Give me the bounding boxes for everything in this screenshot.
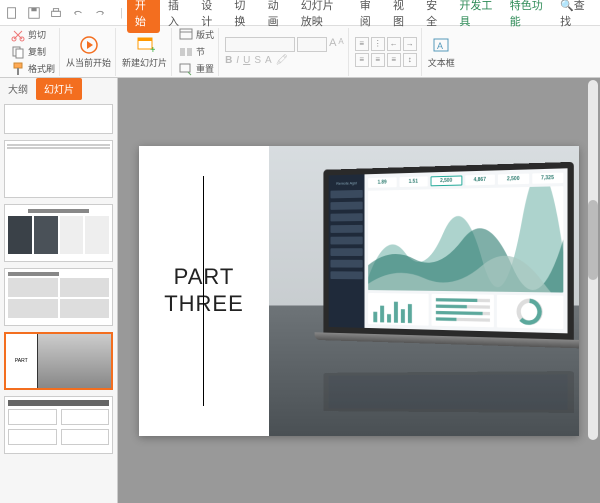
format-painter-button[interactable]: 格式刷 <box>10 61 55 77</box>
font-increase-icon[interactable]: A <box>329 37 336 52</box>
copy-button[interactable]: 复制 <box>10 44 55 60</box>
slide-thumbnail[interactable] <box>4 104 113 134</box>
thumbnail-list[interactable]: PART <box>0 100 117 503</box>
slide-canvas[interactable]: PART THREE Remote Agst <box>118 78 600 503</box>
stat-value: 1.89 <box>378 179 387 185</box>
align-center-button[interactable]: ≡ <box>371 53 385 67</box>
slide-thumbnail[interactable] <box>4 268 113 326</box>
outline-tab[interactable]: 大纲 <box>0 78 36 100</box>
slide-thumbnail[interactable] <box>4 140 113 198</box>
ribbon: 剪切 复制 格式刷 从当前开始 + 新建幻灯片 版式 节 重置 A A <box>0 26 600 78</box>
font-decrease-icon[interactable]: A <box>338 37 343 52</box>
svg-text:+: + <box>150 45 155 55</box>
section-label: 节 <box>196 45 205 58</box>
start-from-current-button[interactable]: 从当前开始 <box>66 35 111 69</box>
sidepanel-tabs: 大纲 幻灯片 <box>0 78 117 100</box>
font-name-input[interactable] <box>225 37 295 52</box>
slide-image-area[interactable]: Remote Agst 1.89 1.51 2,500 4,867 2,500 <box>269 146 579 436</box>
save-icon[interactable] <box>26 5 42 21</box>
stat-value: 1.51 <box>409 178 418 184</box>
font-color-button[interactable]: A <box>265 55 272 66</box>
highlight-button[interactable]: 🖍 <box>276 55 289 66</box>
print-icon[interactable] <box>48 5 64 21</box>
cut-button[interactable]: 剪切 <box>10 27 55 43</box>
dashboard-brand: Remote Agst <box>330 180 362 187</box>
align-right-button[interactable]: ≡ <box>387 53 401 67</box>
slide-thumbnail[interactable] <box>4 204 113 262</box>
title-line-1: PART <box>164 264 244 290</box>
font-size-input[interactable] <box>297 37 327 52</box>
font-group: A A B I U S A 🖍 <box>221 28 349 76</box>
italic-button[interactable]: I <box>236 55 239 66</box>
stat-value: 2,500 <box>440 177 452 183</box>
slide-panel: 大纲 幻灯片 PART <box>0 78 118 503</box>
numbering-button[interactable]: ⋮ <box>371 37 385 51</box>
paragraph-group: ≡ ⋮ ← → ≡ ≡ ≡ ↕ <box>351 28 422 76</box>
title-line-2: THREE <box>164 291 244 317</box>
new-slide-label: 新建幻灯片 <box>122 56 167 69</box>
layout-button[interactable]: 版式 <box>178 27 214 43</box>
stat-value: 4,867 <box>474 176 486 182</box>
new-slide-button[interactable]: + 新建幻灯片 <box>122 35 167 69</box>
dashboard-stats: 1.89 1.51 2,500 4,867 2,500 7,325 <box>368 172 563 187</box>
reset-button[interactable]: 重置 <box>178 61 214 77</box>
slides-tab[interactable]: 幻灯片 <box>36 78 82 100</box>
indent-dec-button[interactable]: ← <box>387 37 401 51</box>
scrollbar-thumb[interactable] <box>588 200 598 280</box>
slide-thumbnail[interactable] <box>4 396 113 454</box>
strike-button[interactable]: S <box>254 55 261 66</box>
textbox-button[interactable]: A 文本框 <box>428 35 455 69</box>
slide-thumbnail-selected[interactable]: PART <box>4 332 113 390</box>
file-icon[interactable] <box>4 5 20 21</box>
textbox-label: 文本框 <box>428 56 455 69</box>
bullets-button[interactable]: ≡ <box>355 37 369 51</box>
layout-label: 版式 <box>196 28 214 41</box>
bold-button[interactable]: B <box>225 55 232 66</box>
dashboard-cards <box>368 292 563 328</box>
textbox-group: A 文本框 <box>424 28 459 76</box>
stat-value: 7,325 <box>541 174 554 181</box>
laptop-reflection <box>323 371 573 413</box>
dashboard-chart <box>368 186 563 292</box>
redo-icon[interactable] <box>92 5 108 21</box>
cut-label: 剪切 <box>28 28 46 41</box>
search-icon: 🔍 <box>560 0 574 12</box>
layout-group: 版式 节 重置 <box>174 28 219 76</box>
vertical-scrollbar[interactable] <box>588 80 598 440</box>
undo-icon[interactable] <box>70 5 86 21</box>
indent-inc-button[interactable]: → <box>403 37 417 51</box>
divider: | <box>120 7 123 19</box>
underline-button[interactable]: U <box>243 55 250 66</box>
clipboard-group: 剪切 复制 格式刷 <box>6 28 60 76</box>
slides-group: + 新建幻灯片 <box>118 28 172 76</box>
copy-label: 复制 <box>28 45 46 58</box>
laptop: Remote Agst 1.89 1.51 2,500 4,867 2,500 <box>323 161 573 347</box>
slide-title-area: PART THREE <box>139 146 269 436</box>
dashboard-sidebar: Remote Agst <box>329 174 365 328</box>
section-button[interactable]: 节 <box>178 44 214 60</box>
slideshow-group: 从当前开始 <box>62 28 116 76</box>
dashboard-main: 1.89 1.51 2,500 4,867 2,500 7,325 <box>365 168 568 333</box>
thumb-part-label: PART <box>6 334 38 388</box>
current-slide[interactable]: PART THREE Remote Agst <box>139 146 579 436</box>
menubar: | 开始 插入 设计 切换 动画 幻灯片放映 审阅 视图 安全 开发工具 特色功… <box>0 0 600 26</box>
reset-label: 重置 <box>196 62 214 75</box>
slide-title[interactable]: PART THREE <box>164 264 244 317</box>
content-area: 大纲 幻灯片 PART PART THREE <box>0 78 600 503</box>
vertical-divider <box>203 176 204 406</box>
search-button[interactable]: 🔍查找 <box>552 0 596 33</box>
quick-access-toolbar <box>4 5 108 21</box>
start-from-current-label: 从当前开始 <box>66 56 111 69</box>
tab-developer[interactable]: 开发工具 <box>451 0 501 33</box>
align-left-button[interactable]: ≡ <box>355 53 369 67</box>
laptop-photo: Remote Agst 1.89 1.51 2,500 4,867 2,500 <box>269 146 579 436</box>
stat-value: 2,500 <box>507 175 520 181</box>
format-painter-label: 格式刷 <box>28 62 55 75</box>
tab-special[interactable]: 特色功能 <box>502 0 552 33</box>
laptop-screen: Remote Agst 1.89 1.51 2,500 4,867 2,500 <box>323 161 573 339</box>
svg-text:A: A <box>437 41 443 51</box>
line-spacing-button[interactable]: ↕ <box>403 53 417 67</box>
